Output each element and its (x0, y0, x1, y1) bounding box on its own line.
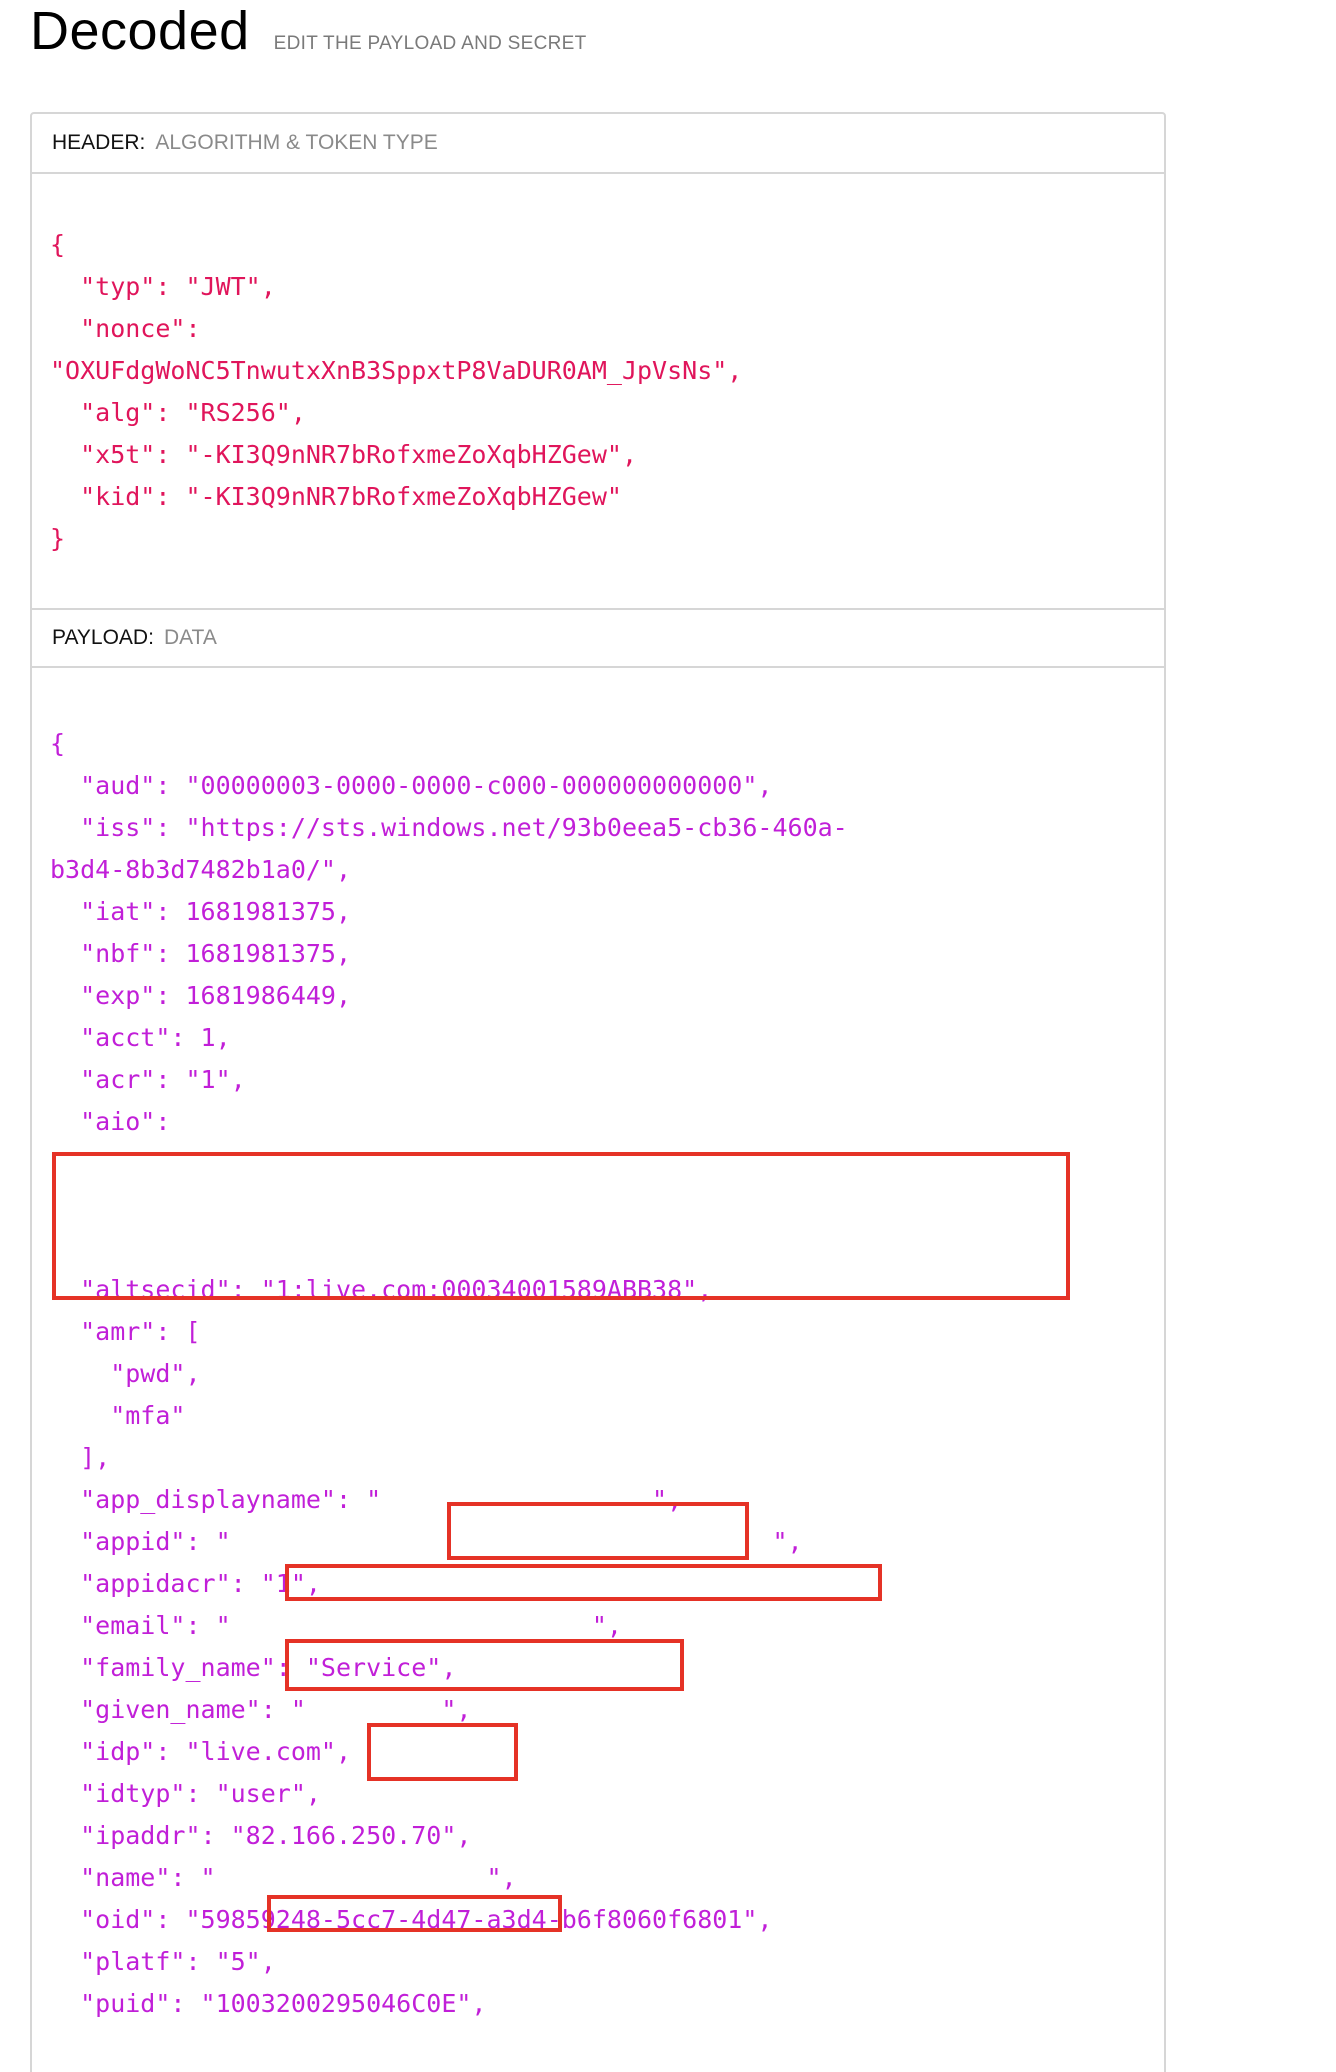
payload-section-line: ], (50, 1443, 111, 1472)
header-section-line: "OXUFdgWoNC5TnwutxXnB3SppxtP8VaDUR0AM_Jp… (50, 356, 743, 385)
payload-section-line: "acct": 1, (50, 1023, 231, 1052)
payload-section-line: "iat": 1681981375, (50, 897, 352, 926)
payload-section-line: "platf": "5", (50, 1947, 276, 1976)
header-section-line: "kid": "-KI3Q9nNR7bRofxmeZoXqbHZGew" (50, 482, 622, 511)
header-section-line: { (50, 230, 66, 259)
payload-section-line: b3d4-8b3d7482b1a0/", (50, 855, 352, 884)
redaction-box-email (285, 1639, 684, 1691)
header-section-title: HEADER: ALGORITHM & TOKEN TYPE (32, 114, 1164, 174)
page-title: Decoded (30, 1, 250, 61)
payload-section-line: "name": " ", (50, 1863, 517, 1892)
payload-section-line: "aud": "00000003-0000-0000-c000-00000000… (50, 771, 773, 800)
payload-section-label: PAYLOAD: (52, 626, 154, 649)
header-section-line: "typ": "JWT", (50, 272, 276, 301)
payload-section-line: "ipaddr": "82.166.250.70", (50, 1821, 472, 1850)
header-section-line: "x5t": "-KI3Q9nNR7bRofxmeZoXqbHZGew", (50, 440, 637, 469)
redaction-box-name (267, 1895, 562, 1932)
redaction-box-appid (285, 1564, 882, 1601)
payload-section-line: { (50, 729, 66, 758)
redaction-box-given-name (367, 1723, 518, 1781)
payload-section-line: "aio": (50, 1107, 171, 1136)
jwt-decoded-page: Decoded EDIT THE PAYLOAD AND SECRET HEAD… (0, 0, 1336, 2072)
payload-section-line: "iss": "https://sts.windows.net/93b0eea5… (50, 813, 848, 842)
header-section-line: } (50, 524, 66, 553)
payload-json-editor[interactable]: { "aud": "00000003-0000-0000-c000-000000… (50, 723, 848, 2025)
header-section-line: "nonce": (50, 314, 201, 343)
payload-section-line: "puid": "1003200295046C0E", (50, 1989, 487, 2018)
payload-section-line: "nbf": 1681981375, (50, 939, 352, 968)
header-json-editor[interactable]: { "typ": "JWT", "nonce": "OXUFdgWoNC5Tnwu… (50, 224, 742, 560)
redaction-box-app-displayname (447, 1502, 749, 1560)
page-subtitle: EDIT THE PAYLOAD AND SECRET (273, 33, 587, 54)
payload-section-line: "mfa" (50, 1401, 186, 1430)
payload-section-line: "amr": [ (50, 1317, 201, 1346)
decoded-title-row: Decoded EDIT THE PAYLOAD AND SECRET (30, 0, 587, 70)
header-section-label: HEADER: (52, 131, 146, 154)
header-section-line: "alg": "RS256", (50, 398, 306, 427)
redaction-box-aio (52, 1152, 1070, 1300)
payload-section-description: DATA (163, 626, 217, 649)
header-section-description: ALGORITHM & TOKEN TYPE (155, 131, 438, 154)
payload-section-line: "exp": 1681986449, (50, 981, 352, 1010)
payload-section-line: "acr": "1", (50, 1065, 246, 1094)
payload-section-line: "pwd", (50, 1359, 201, 1388)
payload-section-title: PAYLOAD: DATA (32, 608, 1164, 668)
